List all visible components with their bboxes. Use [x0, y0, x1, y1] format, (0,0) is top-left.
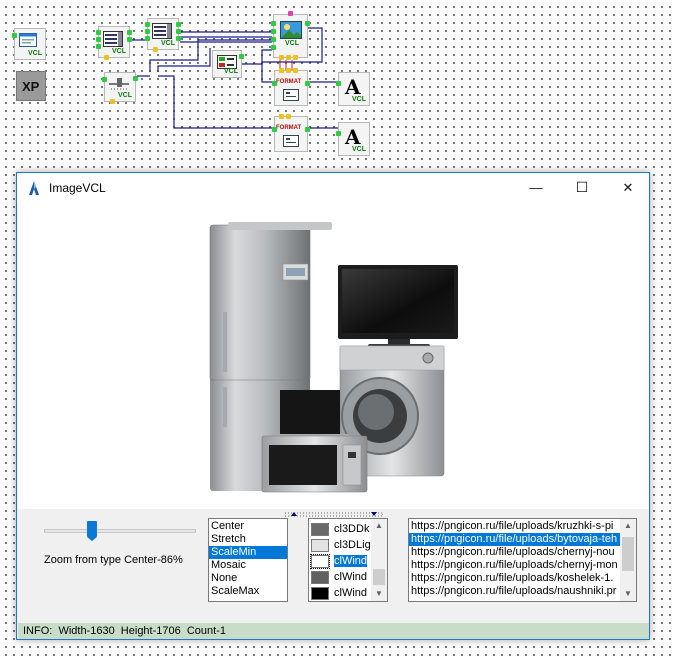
list-item[interactable]: ScaleMax [209, 585, 287, 598]
scroll-thumb[interactable] [373, 569, 385, 585]
color-name: clWind [334, 571, 368, 583]
list-item-selected[interactable]: ScaleMin [209, 546, 287, 559]
colorlist-vcl-component[interactable]: VCL [212, 50, 244, 78]
listbox-vcl-component-1[interactable]: VCL [96, 26, 132, 60]
app-icon [29, 180, 39, 195]
component-label: VCL [285, 40, 299, 47]
scroll-down-icon[interactable]: ▼ [371, 587, 387, 601]
zoom-trackbar[interactable] [44, 520, 198, 542]
scheme-editor[interactable]: VCL XP VCL VCL VCL VCL VCL FORMAT FORMAT… [0, 0, 675, 170]
text-doc-icon [283, 89, 299, 101]
window-client-area: Zoom from type Center-86% Center Stretch… [18, 202, 649, 639]
scroll-down-icon[interactable]: ▼ [620, 587, 636, 601]
scroll-up-icon[interactable]: ▲ [620, 519, 636, 533]
image-icon [280, 21, 302, 39]
trackbar-vcl-component[interactable]: VCL [102, 72, 138, 104]
list-item[interactable]: https://pngicon.ru/file/uploads/kruzhki-… [409, 520, 621, 533]
list-item[interactable]: https://pngicon.ru/file/uploads/chernyj-… [409, 559, 621, 572]
format-component-1[interactable]: FORMAT [272, 68, 310, 106]
list-item[interactable]: Stretch [209, 533, 287, 546]
minimize-button[interactable]: — [513, 173, 559, 202]
color-swatch [311, 586, 329, 600]
listbox-vcl-component-2[interactable]: VCL [145, 18, 181, 52]
xp-label: XP [22, 79, 40, 94]
list-item[interactable]: https://pngicon.ru/file/uploads/koshelek… [409, 572, 621, 585]
scroll-up-icon[interactable]: ▲ [371, 519, 387, 533]
colorbox-icon [217, 55, 237, 69]
form-vcl-component[interactable]: VCL [12, 28, 46, 60]
trackbar-icon [109, 78, 129, 90]
url-list[interactable]: https://pngicon.ru/file/uploads/kruzhki-… [408, 518, 637, 602]
format-component-2[interactable]: FORMAT [272, 114, 310, 152]
listbox-icon [152, 23, 172, 39]
splitter-handle[interactable] [284, 509, 384, 517]
format-label: FORMAT [276, 79, 302, 85]
list-item[interactable]: Mosaic [209, 559, 287, 572]
imagevcl-window: ImageVCL — ☐ ✕ Zoom from type Center-86%… [16, 172, 650, 640]
scroll-thumb[interactable] [622, 537, 634, 571]
format-label: FORMAT [276, 125, 302, 131]
color-name: cl3DLig [334, 539, 371, 551]
color-name: clWind [334, 587, 368, 599]
list-item[interactable]: Center [209, 520, 287, 533]
component-label: VCL [28, 50, 42, 57]
component-label: VCL [352, 96, 366, 103]
list-item-selected[interactable]: https://pngicon.ru/file/uploads/bytovaja… [409, 533, 621, 546]
component-label: VCL [161, 40, 175, 47]
color-list[interactable]: cl3DDk cl3DLig clWind clWind clWind ▲ ▼ [308, 518, 388, 602]
xp-style-component[interactable]: XP [16, 71, 46, 101]
component-label: VCL [224, 68, 238, 75]
text-doc-icon [283, 135, 299, 147]
status-bar: INFO: Width-1630 Height-1706 Count-1 [18, 623, 649, 639]
image-panel[interactable] [18, 202, 649, 509]
image-type-list[interactable]: Center Stretch ScaleMin Mosaic None Scal… [208, 518, 288, 602]
color-swatch [311, 538, 329, 552]
color-swatch [311, 570, 329, 584]
component-label: VCL [112, 48, 126, 55]
component-label: VCL [352, 146, 366, 153]
minimize-icon: — [529, 180, 543, 195]
close-icon: ✕ [622, 179, 634, 195]
trackbar-thumb[interactable] [87, 521, 97, 541]
window-title: ImageVCL [49, 180, 106, 195]
label-vcl-component-2[interactable]: A VCL [336, 122, 370, 156]
splitter-grip [284, 512, 384, 517]
color-swatch [311, 522, 329, 536]
list-item[interactable]: None [209, 572, 287, 585]
url-list-scrollbar[interactable]: ▲ ▼ [620, 519, 636, 601]
form-icon [19, 33, 37, 47]
color-name: clWind [334, 555, 368, 567]
color-list-scrollbar[interactable]: ▲ ▼ [371, 519, 387, 601]
trackbar-track [44, 529, 196, 533]
color-swatch [310, 553, 330, 569]
image-vcl-component[interactable]: VCL [271, 11, 310, 60]
title-bar[interactable]: ImageVCL — ☐ ✕ [17, 173, 649, 202]
close-button[interactable]: ✕ [605, 173, 651, 202]
list-item[interactable]: https://pngicon.ru/file/uploads/naushnik… [409, 585, 621, 598]
component-label: VCL [118, 92, 132, 99]
list-item[interactable]: https://pngicon.ru/file/uploads/chernyj-… [409, 546, 621, 559]
color-name: cl3DDk [334, 523, 370, 535]
maximize-button[interactable]: ☐ [559, 173, 605, 202]
listbox-icon [103, 31, 123, 47]
zoom-label: Zoom from type Center-86% [44, 554, 183, 566]
maximize-icon: ☐ [575, 179, 589, 195]
appliances-image [209, 222, 458, 493]
label-vcl-component-1[interactable]: A VCL [336, 72, 370, 106]
